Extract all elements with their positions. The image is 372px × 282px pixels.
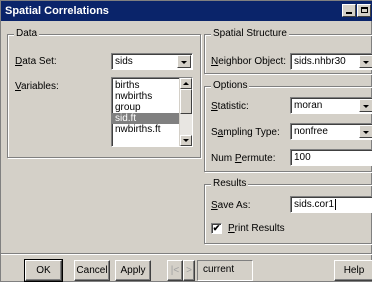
variables-label: Variables: — [15, 81, 59, 92]
num-permute-label: Num Permute: — [211, 153, 276, 164]
sampling-dropdown-button[interactable] — [359, 125, 372, 138]
dataset-label: Data Set: — [15, 56, 57, 67]
neighbor-object-combo[interactable]: sids.nhbr30 — [290, 53, 372, 70]
sampling-type-value: nonfree — [294, 126, 328, 137]
maximize-button[interactable] — [357, 4, 371, 17]
dataset-combo[interactable]: sids — [111, 53, 193, 70]
dataset-value: sids — [115, 56, 133, 67]
arrow-down-icon — [183, 139, 189, 142]
num-permute-input[interactable]: 100 — [290, 149, 372, 166]
window-title: Spatial Correlations — [5, 5, 109, 17]
maximize-icon — [361, 7, 368, 13]
cancel-button[interactable]: Cancel — [74, 260, 110, 281]
scroll-down-button[interactable] — [180, 135, 192, 146]
sampling-type-combo[interactable]: nonfree — [290, 123, 372, 140]
spatial-structure-legend: Spatial Structure — [211, 28, 289, 39]
chevron-down-icon — [363, 105, 369, 108]
num-permute-value: 100 — [294, 152, 311, 163]
current-field: current — [197, 260, 253, 281]
neighbor-object-value: sids.nhbr30 — [294, 56, 346, 67]
minimize-icon — [346, 12, 352, 14]
print-results-label[interactable]: Print Results — [228, 223, 285, 234]
title-bar: Spatial Correlations — [1, 1, 372, 21]
results-group: Results — [204, 178, 372, 244]
statistic-combo[interactable]: moran — [290, 97, 372, 114]
scroll-up-button[interactable] — [180, 78, 192, 89]
arrow-up-icon — [183, 82, 189, 85]
ok-button[interactable]: OK — [24, 259, 63, 282]
text-caret — [335, 199, 337, 210]
check-icon: ✔ — [212, 223, 221, 233]
statistic-label: Statistic: — [211, 101, 249, 112]
options-legend: Options — [211, 80, 250, 91]
variables-list[interactable]: births nwbirths group sid.ft nwbirths.ft — [111, 77, 193, 147]
help-button[interactable]: Help — [334, 260, 372, 281]
minimize-button[interactable] — [342, 4, 356, 17]
save-as-label: Save As: — [211, 200, 251, 211]
statistic-value: moran — [294, 100, 323, 111]
results-legend: Results — [211, 178, 249, 189]
save-as-input[interactable]: sids.cor1 — [290, 196, 372, 213]
apply-button[interactable]: Apply — [115, 260, 151, 281]
sampling-type-label: Sampling Type: — [211, 127, 280, 138]
statistic-dropdown-button[interactable] — [359, 99, 372, 112]
scroll-thumb[interactable] — [180, 89, 192, 114]
spatial-correlations-dialog: Spatial Correlations Data Data Set: sids… — [0, 0, 372, 282]
data-group-legend: Data — [14, 28, 40, 39]
dataset-dropdown-button[interactable] — [177, 55, 191, 68]
variables-scrollbar[interactable] — [179, 78, 192, 146]
neighbor-dropdown-button[interactable] — [359, 55, 372, 68]
save-as-value: sids.cor1 — [294, 199, 335, 210]
chevron-down-icon — [181, 61, 187, 64]
print-results-checkbox[interactable]: ✔ — [211, 223, 222, 234]
previous-button[interactable]: |< — [167, 260, 183, 281]
footer-separator — [1, 253, 372, 255]
next-button[interactable]: > — [183, 260, 195, 281]
chevron-down-icon — [363, 61, 369, 64]
chevron-down-icon — [363, 131, 369, 134]
neighbor-object-label: Neighbor Object: — [211, 56, 287, 67]
